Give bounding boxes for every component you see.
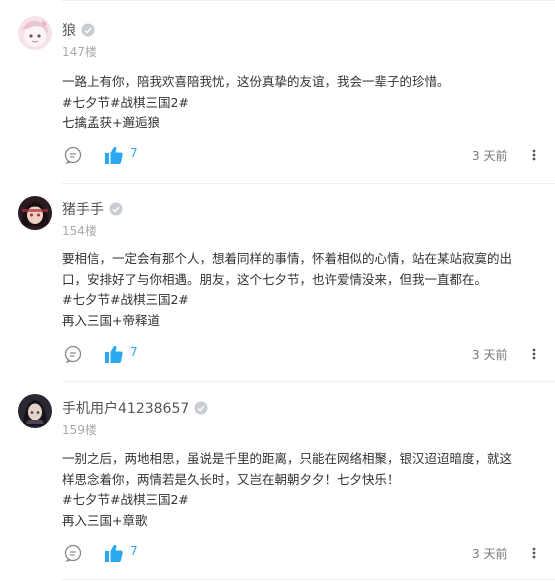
floor-number: 154楼 (62, 224, 97, 238)
comment-bubble-icon[interactable] (64, 345, 82, 363)
timestamp: 3 天前 (472, 149, 508, 163)
avatar[interactable] (18, 394, 52, 428)
like-count: 7 (130, 544, 138, 558)
vertical-ellipsis-icon[interactable] (530, 146, 538, 164)
divider (62, 579, 555, 580)
comment-line: 一路上有你，陪我欢喜陪我忧，这份真挚的友谊，我会一辈子的珍惜。 (62, 74, 450, 89)
user-level-badge-icon (194, 401, 208, 415)
user-level-badge-icon (109, 202, 123, 216)
thumbs-up-icon[interactable] (104, 344, 124, 364)
comment-line: 再入三国+帝释道 (62, 312, 160, 328)
comment-line: 七擒孟获+邂逅狼 (62, 115, 160, 130)
divider (62, 381, 555, 382)
floor-number: 159楼 (62, 423, 97, 437)
comment-bubble-icon[interactable] (64, 544, 82, 562)
like-count: 7 (130, 345, 138, 359)
comment-body: 一路上有你，陪我欢喜陪我忧，这份真挚的友谊，我会一辈子的珍惜。 #七夕节#战棋三… (62, 72, 540, 134)
username-text[interactable]: 猪手手 (62, 199, 104, 219)
username[interactable]: 猪手手 (62, 199, 123, 219)
comment-line: 一别之后，两地相思，虽说是千里的距离，只能在网络相聚，银汉迢迢暗度，就这 (62, 451, 513, 466)
username[interactable]: 狼 (62, 20, 95, 40)
comment-line: #七夕节#战棋三国2# (62, 94, 189, 110)
timestamp: 3 天前 (472, 547, 508, 561)
comment-actions: 7 3 天前 (62, 145, 542, 165)
comment-line: 要相信，一定会有那个人，想着同样的事情，怀着相似的心情，站在某站寂寞的出 (62, 251, 513, 266)
like-count: 7 (130, 146, 138, 160)
divider (62, 183, 555, 184)
comment-line: 样思念着你，两情若是久长时，又岂在朝朝夕夕！七夕快乐！ (62, 471, 400, 487)
username-text[interactable]: 手机用户41238657 (62, 398, 189, 418)
comment-body: 要相信，一定会有那个人，想着同样的事情，怀着相似的心情，站在某站寂寞的出 口，安… (62, 249, 540, 331)
comment-bubble-icon[interactable] (64, 146, 82, 164)
comment-line: #七夕节#战棋三国2# (62, 492, 189, 507)
comment-actions: 7 3 天前 (62, 344, 542, 364)
username-text[interactable]: 狼 (62, 20, 76, 40)
thumbs-up-icon[interactable] (104, 543, 124, 563)
username[interactable]: 手机用户41238657 (62, 398, 208, 418)
comment-line: #七夕节#战棋三国2# (62, 292, 189, 307)
comment-line: 再入三国+章歌 (62, 512, 148, 528)
thumbs-up-icon[interactable] (104, 145, 124, 165)
comment-body: 一别之后，两地相思，虽说是千里的距离，只能在网络相聚，银汉迢迢暗度，就这 样思念… (62, 449, 540, 531)
vertical-ellipsis-icon[interactable] (530, 544, 538, 562)
timestamp: 3 天前 (472, 348, 508, 362)
user-level-badge-icon (81, 23, 95, 37)
divider (62, 0, 555, 1)
comment-line: 口，安排好了与你相遇。朋友，这个七夕节，也许爱情没来，但我一直都在。 (62, 271, 488, 287)
comment-actions: 7 3 天前 (62, 543, 542, 563)
avatar[interactable] (18, 196, 52, 230)
comment-list: 狼 147楼 一路上有你，陪我欢喜陪我忧，这份真挚的友谊，我会一辈子的珍惜。 #… (0, 0, 555, 581)
vertical-ellipsis-icon[interactable] (530, 345, 538, 363)
avatar[interactable] (18, 16, 52, 50)
floor-number: 147楼 (62, 45, 97, 59)
